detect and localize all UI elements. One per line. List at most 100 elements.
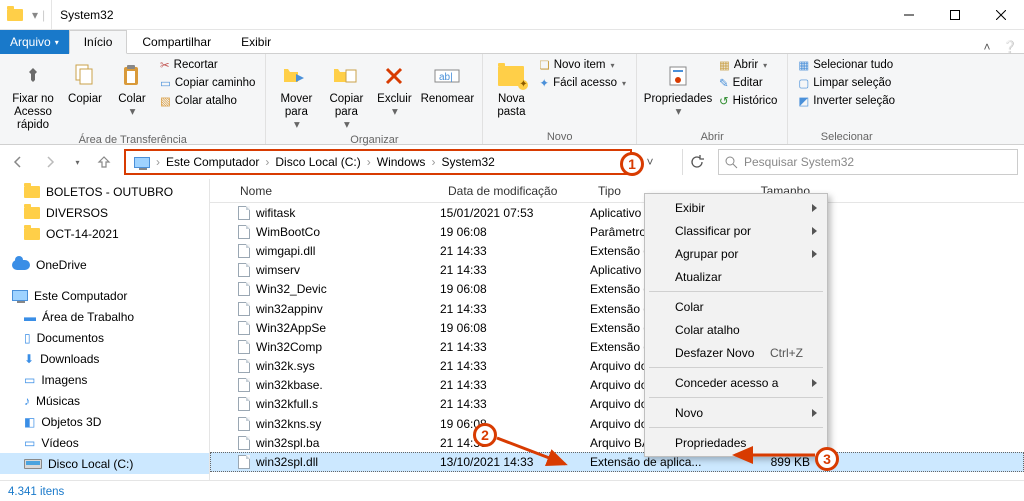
select-all-button[interactable]: ▦Selecionar tudo [794, 57, 899, 73]
ribbon-tabs: Arquivo▾ Início Compartilhar Exibir ˄ ❔ [0, 30, 1024, 54]
nav-documents[interactable]: ▯Documentos [0, 327, 209, 348]
file-row[interactable]: win32k.sys21 14:33Arquivo do sistema583 … [210, 357, 1024, 376]
file-icon [238, 378, 250, 392]
file-row[interactable]: WimBootCo19 06:08Parâmetros de co...3 KB [210, 222, 1024, 241]
file-row[interactable]: Win32Comp21 14:33Extensão de aplica...21… [210, 337, 1024, 356]
close-button[interactable] [978, 0, 1024, 29]
col-name[interactable]: Nome [210, 184, 440, 198]
ctx-undo[interactable]: Desfazer NovoCtrl+Z [647, 341, 825, 364]
file-row[interactable]: win32kbase.21 14:33Arquivo do sistema2.8… [210, 376, 1024, 395]
ctx-group[interactable]: Agrupar por [647, 242, 825, 265]
ctx-paste[interactable]: Colar [647, 295, 825, 318]
new-folder-button[interactable]: ✦ Nova pasta [489, 57, 533, 119]
file-name: win32spl.dll [256, 455, 318, 469]
ctx-paste-shortcut[interactable]: Colar atalho [647, 318, 825, 341]
tab-view[interactable]: Exibir [226, 30, 286, 54]
edit-button[interactable]: ✎Editar [715, 75, 781, 91]
tab-home[interactable]: Início [69, 30, 128, 54]
help-icon[interactable]: ❔ [996, 40, 1024, 54]
nav-folder[interactable]: OCT-14-2021 [0, 223, 209, 244]
move-to-button[interactable]: Mover para▾ [272, 57, 320, 133]
file-row[interactable]: wifitask15/01/2021 07:53Aplicativo130 KB [210, 203, 1024, 222]
crumb-drive[interactable]: Disco Local (C:) [271, 155, 364, 169]
nav-folder[interactable]: DIVERSOS [0, 202, 209, 223]
nav-videos[interactable]: ▭Vídeos [0, 432, 209, 453]
file-row[interactable]: win32spl.dll13/10/2021 14:33Extensão de … [210, 452, 1024, 471]
easy-access-button[interactable]: ✦Fácil acesso▾ [535, 75, 630, 91]
file-name: win32spl.ba [256, 436, 319, 450]
file-icon [238, 340, 250, 354]
pictures-icon: ▭ [24, 373, 35, 387]
rename-button[interactable]: ab| Renomear [418, 57, 476, 106]
properties-button[interactable]: Propriedades▾ [643, 57, 713, 119]
file-row[interactable]: win32kns.sy19 06:08Arquivo do sistema30 … [210, 414, 1024, 433]
qat-customize-icon[interactable]: ▾ [32, 8, 38, 22]
history-button[interactable]: ↺Histórico [715, 93, 781, 109]
group-label-open: Abrir [643, 130, 781, 143]
crumb-windows[interactable]: Windows [373, 155, 430, 169]
copy-path-button[interactable]: ▭Copiar caminho [156, 75, 259, 91]
nav-folder[interactable]: BOLETOS - OUTUBRO [0, 181, 209, 202]
column-headers[interactable]: Nome Data de modificação Tipo Tamanho [210, 179, 1024, 203]
file-icon [238, 263, 250, 277]
file-row[interactable]: Win32_Devic19 06:08Extensão de aplica...… [210, 280, 1024, 299]
nav-desktop[interactable]: ▬Área de Trabalho [0, 306, 209, 327]
invert-selection-button[interactable]: ◩Inverter seleção [794, 93, 899, 109]
file-row[interactable]: win32spl.ba21 14:33Arquivo BAK899 KB [210, 433, 1024, 452]
history-icon: ↺ [719, 94, 729, 108]
open-icon: ▦ [719, 58, 730, 72]
file-row[interactable]: win32appinv21 14:33Extensão de aplica...… [210, 299, 1024, 318]
file-row[interactable]: wimserv21 14:33Aplicativo510 KB [210, 261, 1024, 280]
scissors-icon: ✂ [160, 58, 170, 72]
navigation-pane[interactable]: BOLETOS - OUTUBRO DIVERSOS OCT-14-2021 O… [0, 179, 210, 480]
ctx-sort[interactable]: Classificar por [647, 219, 825, 242]
ctx-refresh[interactable]: Atualizar [647, 265, 825, 288]
crumb-thispc[interactable]: Este Computador [162, 155, 263, 169]
file-date: 21 14:33 [440, 397, 590, 411]
open-button[interactable]: ▦Abrir▾ [715, 57, 781, 73]
copy-button[interactable]: Copiar [62, 57, 108, 106]
move-icon [282, 59, 310, 93]
cut-button[interactable]: ✂Recortar [156, 57, 259, 73]
ctx-new[interactable]: Novo [647, 401, 825, 424]
file-icon [238, 206, 250, 220]
ctx-grant-access[interactable]: Conceder acesso a [647, 371, 825, 394]
ribbon-expand-icon[interactable]: ˄ [978, 40, 996, 54]
back-button[interactable] [6, 150, 30, 174]
file-row[interactable]: Win32AppSe19 06:08Extensão de aplica...1… [210, 318, 1024, 337]
crumb-system32[interactable]: System32 [437, 155, 498, 169]
maximize-button[interactable] [932, 0, 978, 29]
search-input[interactable]: Pesquisar System32 [718, 149, 1018, 175]
copy-to-button[interactable]: Copiar para▾ [322, 57, 370, 133]
status-bar: 4.341 itens [0, 480, 1024, 501]
select-none-button[interactable]: ▢Limpar seleção [794, 75, 899, 91]
file-row[interactable]: wimgapi.dll21 14:33Extensão de aplica...… [210, 241, 1024, 260]
nav-thispc[interactable]: Este Computador [0, 285, 209, 306]
file-icon [238, 417, 250, 431]
minimize-button[interactable] [886, 0, 932, 29]
refresh-button[interactable] [682, 149, 710, 175]
new-item-button[interactable]: ❏Novo item▾ [535, 57, 630, 73]
nav-drive[interactable]: Disco Local (C:) [0, 453, 209, 474]
nav-pictures[interactable]: ▭Imagens [0, 369, 209, 390]
file-row[interactable]: win32kfull.s21 14:33Arquivo do sistema3.… [210, 395, 1024, 414]
delete-button[interactable]: Excluir▾ [372, 57, 416, 119]
address-bar[interactable]: › Este Computador› Disco Local (C:)› Win… [124, 149, 632, 175]
pin-button[interactable]: Fixar no Acesso rápido [6, 57, 60, 133]
tab-share[interactable]: Compartilhar [127, 30, 226, 54]
up-button[interactable] [92, 150, 116, 174]
ctx-view[interactable]: Exibir [647, 196, 825, 219]
tab-file[interactable]: Arquivo▾ [0, 30, 69, 54]
paste-button[interactable]: Colar▾ [110, 57, 154, 119]
file-list[interactable]: Nome Data de modificação Tipo Tamanho wi… [210, 179, 1024, 480]
group-label-new: Novo [489, 130, 630, 143]
forward-button[interactable] [38, 150, 62, 174]
edit-icon: ✎ [719, 76, 729, 90]
col-date[interactable]: Data de modificação [440, 184, 590, 198]
nav-onedrive[interactable]: OneDrive [0, 254, 209, 275]
nav-downloads[interactable]: ⬇Downloads [0, 348, 209, 369]
nav-3dobjects[interactable]: ◧Objetos 3D [0, 411, 209, 432]
nav-music[interactable]: ♪Músicas [0, 390, 209, 411]
recent-locations-button[interactable]: ▾ [70, 150, 84, 174]
paste-shortcut-button[interactable]: ▧Colar atalho [156, 93, 259, 109]
